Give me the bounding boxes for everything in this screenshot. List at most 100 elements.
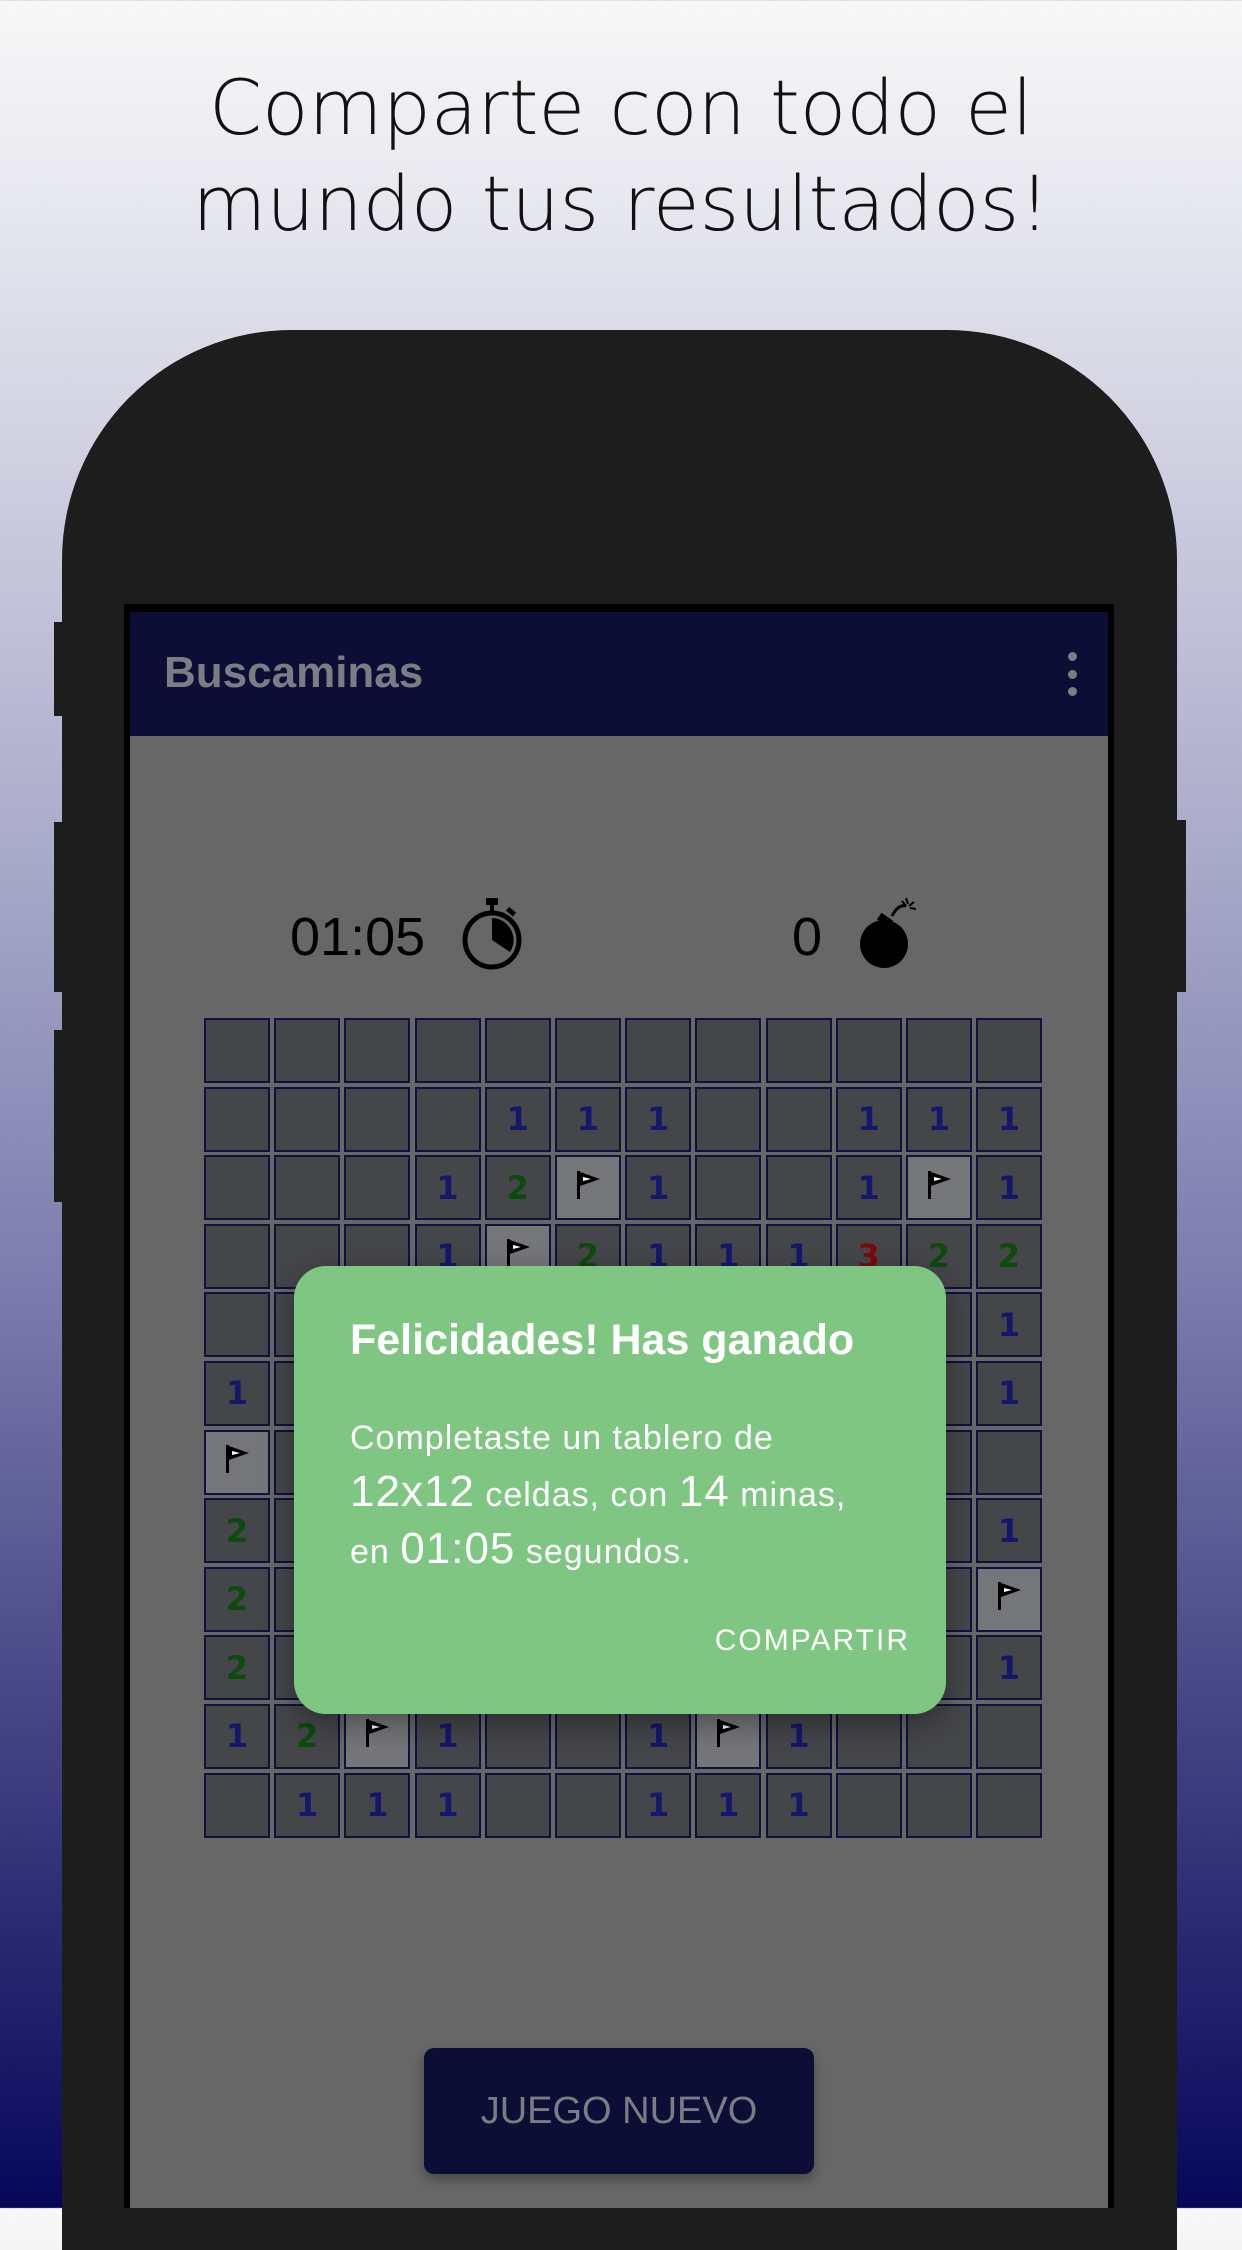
revealed-number-cell[interactable]: 1	[835, 1086, 902, 1152]
revealed-number-cell[interactable]: 1	[905, 1086, 972, 1152]
revealed-number-cell[interactable]: 1	[204, 1703, 270, 1769]
board-cell[interactable]	[204, 1155, 270, 1221]
board-cell[interactable]	[625, 1018, 692, 1083]
board-cell[interactable]	[274, 1155, 341, 1221]
dialog-text-seconds: segundos.	[525, 1533, 692, 1571]
board-cell[interactable]	[976, 1703, 1043, 1769]
board-cell[interactable]	[695, 1086, 762, 1152]
revealed-number-cell[interactable]: 1	[976, 1498, 1043, 1564]
board-cell[interactable]	[765, 1018, 832, 1083]
cell-number: 1	[436, 1786, 459, 1825]
board-cell[interactable]	[905, 1018, 972, 1083]
cell-number: 1	[717, 1786, 740, 1825]
cell-number: 1	[857, 1168, 880, 1207]
board-cell[interactable]	[344, 1155, 411, 1221]
cell-number: 2	[506, 1168, 529, 1207]
revealed-number-cell[interactable]: 1	[414, 1772, 481, 1838]
flag-icon	[924, 1167, 954, 1209]
flag-icon	[573, 1167, 603, 1209]
cell-number: 1	[506, 1100, 529, 1139]
dialog-mines-count: 14	[678, 1467, 730, 1516]
board-cell[interactable]	[204, 1018, 270, 1083]
revealed-number-cell[interactable]: 1	[835, 1155, 902, 1221]
win-dialog: Felicidades! Has ganado Completaste un t…	[294, 1266, 946, 1714]
cell-number: 1	[997, 1374, 1021, 1413]
revealed-number-cell[interactable]: 2	[204, 1566, 270, 1632]
revealed-number-cell[interactable]: 2	[204, 1498, 270, 1564]
board-cell[interactable]	[695, 1155, 762, 1221]
board-cell[interactable]	[204, 1772, 270, 1838]
cell-number: 2	[225, 1511, 249, 1550]
cell-number: 2	[927, 1237, 950, 1276]
board-cell[interactable]	[484, 1772, 551, 1838]
revealed-number-cell[interactable]: 1	[976, 1155, 1043, 1221]
flagged-cell[interactable]	[554, 1155, 621, 1221]
cell-number: 1	[997, 1648, 1021, 1687]
revealed-number-cell[interactable]: 1	[976, 1086, 1043, 1152]
dialog-message: Completaste un tablero de 12x12 celdas, …	[350, 1412, 910, 1579]
revealed-number-cell[interactable]: 2	[976, 1223, 1043, 1289]
board-cell[interactable]	[554, 1018, 621, 1083]
board-cell[interactable]	[976, 1429, 1043, 1495]
board-cell[interactable]	[835, 1018, 902, 1083]
revealed-number-cell[interactable]: 1	[344, 1772, 411, 1838]
board-cell[interactable]	[414, 1018, 481, 1083]
stopwatch-icon	[462, 898, 522, 970]
more-vert-icon[interactable]	[1066, 652, 1078, 696]
cell-number: 1	[646, 1168, 670, 1207]
headline-line-1: Comparte con todo el	[208, 63, 1034, 152]
revealed-number-cell[interactable]: 1	[625, 1772, 692, 1838]
board-cell[interactable]	[695, 1018, 762, 1083]
flag-icon	[362, 1715, 392, 1757]
cell-number: 2	[997, 1237, 1021, 1276]
new-game-button[interactable]: JUEGO NUEVO	[424, 2048, 814, 2174]
board-cell[interactable]	[554, 1772, 621, 1838]
revealed-number-cell[interactable]: 1	[976, 1292, 1043, 1358]
cell-number: 1	[997, 1305, 1021, 1344]
revealed-number-cell[interactable]: 1	[625, 1086, 692, 1152]
revealed-number-cell[interactable]: 2	[484, 1155, 551, 1221]
board-cell[interactable]	[344, 1018, 411, 1083]
app-title: Buscaminas	[164, 648, 424, 697]
board-cell[interactable]	[204, 1086, 270, 1152]
revealed-number-cell[interactable]: 1	[976, 1360, 1043, 1426]
flag-icon	[994, 1578, 1024, 1620]
board-cell[interactable]	[765, 1086, 832, 1152]
revealed-number-cell[interactable]: 1	[274, 1772, 341, 1838]
board-cell[interactable]	[204, 1292, 270, 1358]
revealed-number-cell[interactable]: 1	[204, 1360, 270, 1426]
cell-number: 2	[225, 1580, 249, 1619]
dialog-board-size: 12x12	[350, 1467, 475, 1516]
headline-line-2: mundo tus resultados!	[192, 159, 1050, 248]
revealed-number-cell[interactable]: 1	[484, 1086, 551, 1152]
flagged-cell[interactable]	[976, 1566, 1043, 1632]
revealed-number-cell[interactable]: 1	[976, 1635, 1043, 1701]
revealed-number-cell[interactable]: 2	[204, 1635, 270, 1701]
dialog-text-prefix: Completaste un tablero de	[350, 1419, 774, 1457]
cell-number: 1	[927, 1100, 950, 1139]
dialog-text-cells: celdas, con	[485, 1476, 669, 1514]
app-bar: Buscaminas	[130, 612, 1108, 736]
cell-number: 2	[225, 1648, 249, 1687]
cell-number: 1	[576, 1100, 600, 1139]
flagged-cell[interactable]	[204, 1429, 270, 1495]
promo-headline: Comparte con todo el mundo tus resultado…	[0, 60, 1242, 252]
board-cell[interactable]	[414, 1086, 481, 1152]
board-cell[interactable]	[976, 1018, 1043, 1083]
revealed-number-cell[interactable]: 1	[414, 1155, 481, 1221]
flagged-cell[interactable]	[905, 1155, 972, 1221]
revealed-number-cell[interactable]: 1	[625, 1155, 692, 1221]
board-cell[interactable]	[484, 1018, 551, 1083]
board-cell[interactable]	[905, 1772, 972, 1838]
revealed-number-cell[interactable]: 1	[554, 1086, 621, 1152]
board-cell[interactable]	[344, 1086, 411, 1152]
board-cell[interactable]	[274, 1018, 341, 1083]
board-cell[interactable]	[204, 1223, 270, 1289]
board-cell[interactable]	[835, 1772, 902, 1838]
board-cell[interactable]	[976, 1772, 1043, 1838]
revealed-number-cell[interactable]: 1	[695, 1772, 762, 1838]
board-cell[interactable]	[274, 1086, 341, 1152]
share-button[interactable]: COMPARTIR	[715, 1624, 910, 1658]
revealed-number-cell[interactable]: 1	[765, 1772, 832, 1838]
board-cell[interactable]	[765, 1155, 832, 1221]
